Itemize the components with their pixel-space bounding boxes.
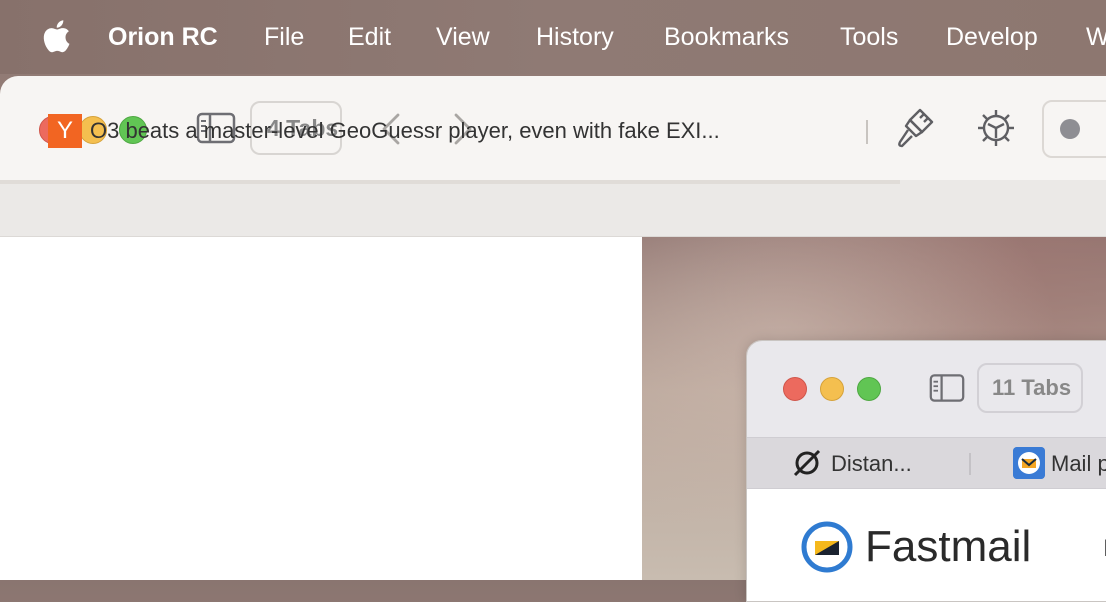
secondary-minimize-button[interactable] [820, 377, 844, 401]
active-tab-indicator [0, 180, 900, 184]
hacker-news-favicon-icon: Y [48, 114, 82, 148]
menu-develop[interactable]: Develop [946, 22, 1038, 52]
fastmail-logo-icon [801, 521, 853, 573]
distance-favicon-icon [793, 449, 821, 477]
paintbrush-icon[interactable] [896, 106, 936, 150]
fastmail-wordmark: Fastmail [865, 522, 1032, 571]
tab-title[interactable]: O3 beats a master-level GeoGuessr player… [90, 116, 720, 146]
secondary-tab-overview-button[interactable]: 11 Tabs [977, 363, 1083, 413]
secondary-tab-title[interactable]: Distan... [831, 449, 912, 479]
menu-bookmarks[interactable]: Bookmarks [664, 22, 789, 52]
site-status-dot-icon [1060, 119, 1080, 139]
tab-bar [0, 180, 1106, 237]
menu-bar: Orion RC File Edit View History Bookmark… [0, 0, 1106, 74]
secondary-tab-title-2[interactable]: Mail p [1051, 449, 1106, 479]
secondary-tab-divider [969, 453, 971, 475]
secondary-close-button[interactable] [783, 377, 807, 401]
apple-icon[interactable] [38, 18, 72, 54]
menu-history[interactable]: History [536, 22, 614, 52]
extensions-gear-icon[interactable] [976, 106, 1016, 150]
page-content [0, 237, 642, 580]
address-bar[interactable] [1042, 100, 1106, 158]
secondary-zoom-button[interactable] [857, 377, 881, 401]
menu-edit[interactable]: Edit [348, 22, 391, 52]
secondary-sidebar-toggle-icon[interactable] [929, 373, 965, 403]
tab-divider [866, 120, 868, 144]
menu-file[interactable]: File [264, 22, 304, 52]
browser-window-secondary[interactable]: 11 Tabs Distan... Mail p Fastmail I [746, 340, 1106, 602]
mail-favicon-icon [1013, 447, 1045, 479]
menu-tools[interactable]: Tools [840, 22, 898, 52]
menu-window[interactable]: W [1086, 22, 1106, 52]
menu-app-name[interactable]: Orion RC [108, 22, 218, 52]
menu-view[interactable]: View [436, 22, 490, 52]
